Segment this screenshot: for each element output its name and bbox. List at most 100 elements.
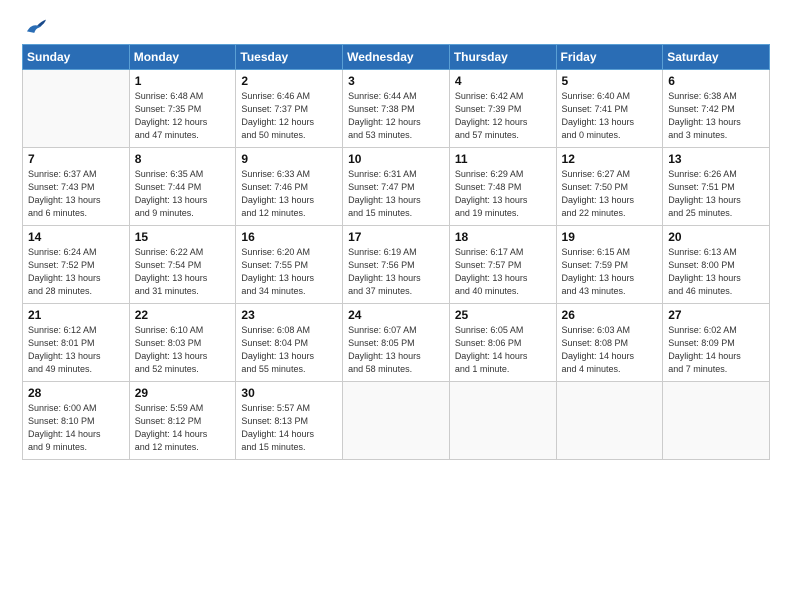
- calendar-cell: 20Sunrise: 6:13 AM Sunset: 8:00 PM Dayli…: [663, 226, 770, 304]
- day-number: 11: [455, 152, 551, 166]
- calendar-cell: 13 Sunrise: 6:26 AM Sunset: 7:51 PM Dayli…: [663, 148, 770, 226]
- day-number: 30: [241, 386, 337, 400]
- calendar-cell: 12 Sunrise: 6:27 AM Sunset: 7:50 PM Dayli…: [556, 148, 663, 226]
- day-info: Sunrise: 6:48 AM Sunset: 7:35 PM Dayligh…: [135, 90, 231, 142]
- weekday-header-row: SundayMondayTuesdayWednesdayThursdayFrid…: [23, 45, 770, 70]
- day-number: 13: [668, 152, 764, 166]
- day-info: Sunrise: 5:59 AM Sunset: 8:12 PM Dayligh…: [135, 402, 231, 454]
- week-row-0: 1 Sunrise: 6:48 AM Sunset: 7:35 PM Daylig…: [23, 70, 770, 148]
- day-number: 25: [455, 308, 551, 322]
- weekday-header-monday: Monday: [129, 45, 236, 70]
- day-number: 16: [241, 230, 337, 244]
- calendar-cell: 10 Sunrise: 6:31 AM Sunset: 7:47 PM Dayli…: [343, 148, 450, 226]
- day-number: 3: [348, 74, 444, 88]
- calendar-cell: 26 Sunrise: 6:03 AM Sunset: 8:08 PM Dayli…: [556, 304, 663, 382]
- calendar-cell: 25Sunrise: 6:05 AM Sunset: 8:06 PM Dayli…: [449, 304, 556, 382]
- day-info: Sunrise: 6:17 AM Sunset: 7:57 PM Dayligh…: [455, 246, 551, 298]
- weekday-header-tuesday: Tuesday: [236, 45, 343, 70]
- day-number: 7: [28, 152, 124, 166]
- calendar-cell: 14 Sunrise: 6:24 AM Sunset: 7:52 PM Dayli…: [23, 226, 130, 304]
- day-number: 19: [562, 230, 658, 244]
- calendar-cell: 11 Sunrise: 6:29 AM Sunset: 7:48 PM Dayli…: [449, 148, 556, 226]
- day-info: Sunrise: 6:37 AM Sunset: 7:43 PM Dayligh…: [28, 168, 124, 220]
- calendar-cell: 7 Sunrise: 6:37 AM Sunset: 7:43 PM Daylig…: [23, 148, 130, 226]
- logo-bird-icon: [24, 18, 46, 36]
- week-row-4: 28Sunrise: 6:00 AM Sunset: 8:10 PM Dayli…: [23, 382, 770, 460]
- day-number: 9: [241, 152, 337, 166]
- calendar-cell: 3 Sunrise: 6:44 AM Sunset: 7:38 PM Daylig…: [343, 70, 450, 148]
- calendar-cell: 22 Sunrise: 6:10 AM Sunset: 8:03 PM Dayli…: [129, 304, 236, 382]
- weekday-header-sunday: Sunday: [23, 45, 130, 70]
- calendar-table: SundayMondayTuesdayWednesdayThursdayFrid…: [22, 44, 770, 460]
- day-info: Sunrise: 6:07 AM Sunset: 8:05 PM Dayligh…: [348, 324, 444, 376]
- day-info: Sunrise: 6:44 AM Sunset: 7:38 PM Dayligh…: [348, 90, 444, 142]
- day-info: Sunrise: 6:33 AM Sunset: 7:46 PM Dayligh…: [241, 168, 337, 220]
- day-number: 5: [562, 74, 658, 88]
- day-number: 8: [135, 152, 231, 166]
- calendar-cell: 19Sunrise: 6:15 AM Sunset: 7:59 PM Dayli…: [556, 226, 663, 304]
- calendar-cell: 5 Sunrise: 6:40 AM Sunset: 7:41 PM Daylig…: [556, 70, 663, 148]
- calendar-cell: 30 Sunrise: 5:57 AM Sunset: 8:13 PM Dayli…: [236, 382, 343, 460]
- calendar-cell: 28Sunrise: 6:00 AM Sunset: 8:10 PM Dayli…: [23, 382, 130, 460]
- day-info: Sunrise: 6:35 AM Sunset: 7:44 PM Dayligh…: [135, 168, 231, 220]
- day-number: 17: [348, 230, 444, 244]
- day-info: Sunrise: 6:10 AM Sunset: 8:03 PM Dayligh…: [135, 324, 231, 376]
- calendar-cell: [663, 382, 770, 460]
- calendar-cell: 6 Sunrise: 6:38 AM Sunset: 7:42 PM Daylig…: [663, 70, 770, 148]
- day-number: 22: [135, 308, 231, 322]
- day-info: Sunrise: 6:42 AM Sunset: 7:39 PM Dayligh…: [455, 90, 551, 142]
- week-row-1: 7 Sunrise: 6:37 AM Sunset: 7:43 PM Daylig…: [23, 148, 770, 226]
- calendar-cell: 21Sunrise: 6:12 AM Sunset: 8:01 PM Dayli…: [23, 304, 130, 382]
- weekday-header-saturday: Saturday: [663, 45, 770, 70]
- day-number: 27: [668, 308, 764, 322]
- day-info: Sunrise: 6:19 AM Sunset: 7:56 PM Dayligh…: [348, 246, 444, 298]
- day-number: 2: [241, 74, 337, 88]
- day-info: Sunrise: 6:13 AM Sunset: 8:00 PM Dayligh…: [668, 246, 764, 298]
- day-info: Sunrise: 6:08 AM Sunset: 8:04 PM Dayligh…: [241, 324, 337, 376]
- day-number: 26: [562, 308, 658, 322]
- header: [22, 18, 770, 34]
- day-info: Sunrise: 6:02 AM Sunset: 8:09 PM Dayligh…: [668, 324, 764, 376]
- day-info: Sunrise: 6:24 AM Sunset: 7:52 PM Dayligh…: [28, 246, 124, 298]
- calendar-cell: 8 Sunrise: 6:35 AM Sunset: 7:44 PM Daylig…: [129, 148, 236, 226]
- day-info: Sunrise: 6:38 AM Sunset: 7:42 PM Dayligh…: [668, 90, 764, 142]
- day-info: Sunrise: 6:27 AM Sunset: 7:50 PM Dayligh…: [562, 168, 658, 220]
- day-info: Sunrise: 6:03 AM Sunset: 8:08 PM Dayligh…: [562, 324, 658, 376]
- day-info: Sunrise: 5:57 AM Sunset: 8:13 PM Dayligh…: [241, 402, 337, 454]
- calendar-cell: 9 Sunrise: 6:33 AM Sunset: 7:46 PM Daylig…: [236, 148, 343, 226]
- day-number: 6: [668, 74, 764, 88]
- calendar-cell: 16 Sunrise: 6:20 AM Sunset: 7:55 PM Dayli…: [236, 226, 343, 304]
- day-number: 12: [562, 152, 658, 166]
- calendar-cell: 23Sunrise: 6:08 AM Sunset: 8:04 PM Dayli…: [236, 304, 343, 382]
- calendar-cell: 1 Sunrise: 6:48 AM Sunset: 7:35 PM Daylig…: [129, 70, 236, 148]
- page: SundayMondayTuesdayWednesdayThursdayFrid…: [0, 0, 792, 612]
- weekday-header-thursday: Thursday: [449, 45, 556, 70]
- day-info: Sunrise: 6:40 AM Sunset: 7:41 PM Dayligh…: [562, 90, 658, 142]
- week-row-2: 14 Sunrise: 6:24 AM Sunset: 7:52 PM Dayli…: [23, 226, 770, 304]
- calendar-cell: 18 Sunrise: 6:17 AM Sunset: 7:57 PM Dayli…: [449, 226, 556, 304]
- day-number: 4: [455, 74, 551, 88]
- day-number: 1: [135, 74, 231, 88]
- day-number: 24: [348, 308, 444, 322]
- day-info: Sunrise: 6:29 AM Sunset: 7:48 PM Dayligh…: [455, 168, 551, 220]
- day-info: Sunrise: 6:26 AM Sunset: 7:51 PM Dayligh…: [668, 168, 764, 220]
- day-number: 10: [348, 152, 444, 166]
- day-info: Sunrise: 6:31 AM Sunset: 7:47 PM Dayligh…: [348, 168, 444, 220]
- calendar-cell: [343, 382, 450, 460]
- day-number: 18: [455, 230, 551, 244]
- day-info: Sunrise: 6:46 AM Sunset: 7:37 PM Dayligh…: [241, 90, 337, 142]
- logo: [22, 18, 46, 34]
- calendar-cell: 4 Sunrise: 6:42 AM Sunset: 7:39 PM Daylig…: [449, 70, 556, 148]
- day-number: 15: [135, 230, 231, 244]
- calendar-cell: [23, 70, 130, 148]
- calendar-cell: 27 Sunrise: 6:02 AM Sunset: 8:09 PM Dayli…: [663, 304, 770, 382]
- day-info: Sunrise: 6:20 AM Sunset: 7:55 PM Dayligh…: [241, 246, 337, 298]
- weekday-header-wednesday: Wednesday: [343, 45, 450, 70]
- week-row-3: 21Sunrise: 6:12 AM Sunset: 8:01 PM Dayli…: [23, 304, 770, 382]
- day-info: Sunrise: 6:00 AM Sunset: 8:10 PM Dayligh…: [28, 402, 124, 454]
- calendar-cell: 15Sunrise: 6:22 AM Sunset: 7:54 PM Dayli…: [129, 226, 236, 304]
- day-number: 14: [28, 230, 124, 244]
- calendar-cell: 2 Sunrise: 6:46 AM Sunset: 7:37 PM Daylig…: [236, 70, 343, 148]
- day-info: Sunrise: 6:12 AM Sunset: 8:01 PM Dayligh…: [28, 324, 124, 376]
- calendar-cell: [449, 382, 556, 460]
